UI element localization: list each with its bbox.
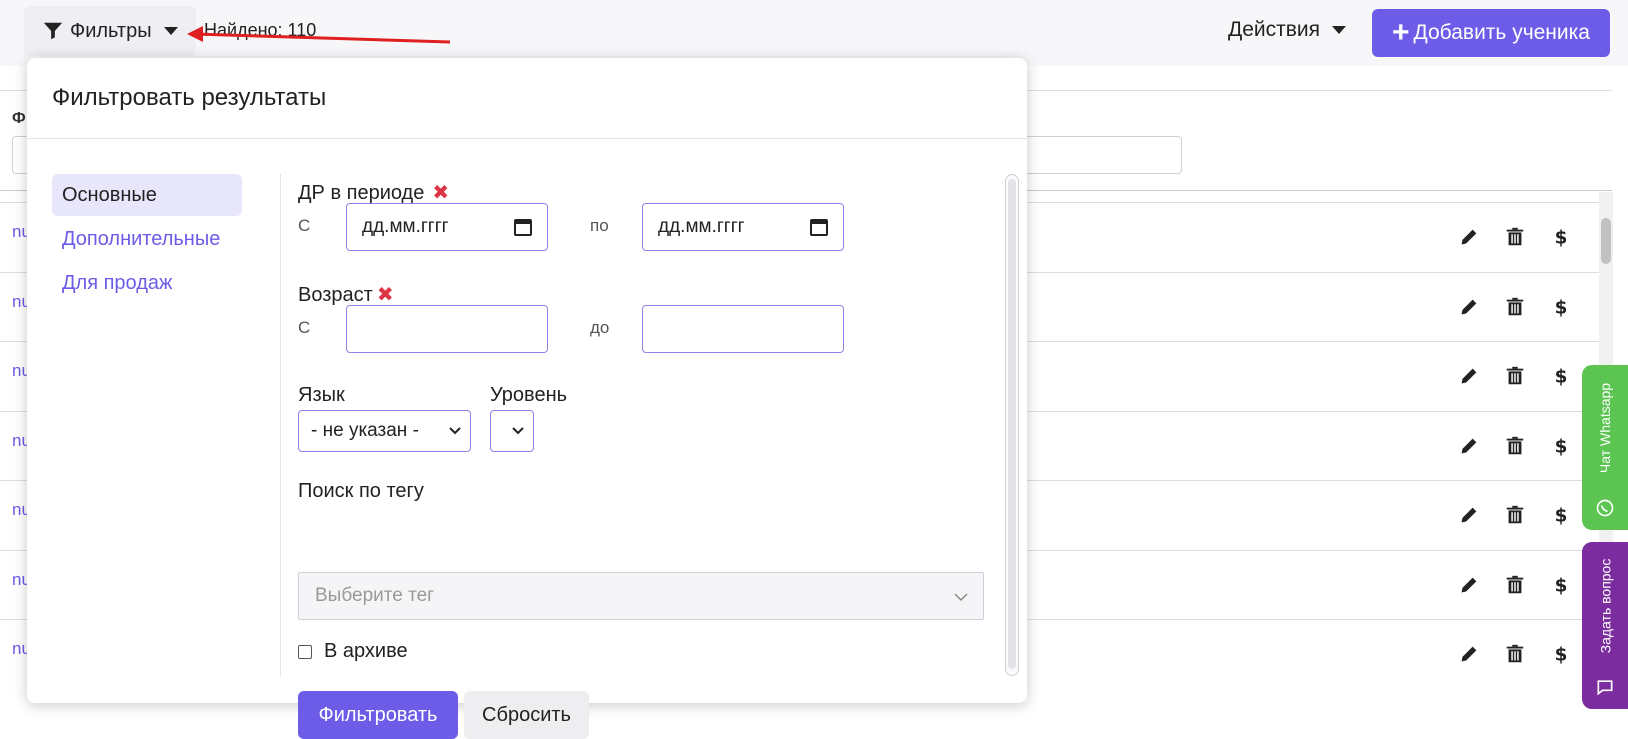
pencil-icon[interactable] <box>1458 435 1480 457</box>
language-selected: - не указан - <box>311 420 419 441</box>
from-label: С <box>298 216 311 235</box>
birthday-from-input[interactable]: дд.мм.гггг <box>346 203 548 251</box>
trash-icon[interactable] <box>1504 226 1526 248</box>
dollar-icon[interactable]: $ <box>1550 435 1572 457</box>
svg-text:$: $ <box>1555 436 1568 457</box>
birthday-to-input[interactable]: дд.мм.гггг <box>642 203 844 251</box>
level-label: Уровень <box>490 384 568 406</box>
dollar-icon[interactable]: $ <box>1550 643 1572 665</box>
tag-placeholder: Выберите тег <box>315 585 435 606</box>
date-placeholder: дд.мм.гггг <box>362 216 449 237</box>
pencil-icon[interactable] <box>1458 643 1480 665</box>
archive-label: В архиве <box>324 640 408 662</box>
divider <box>280 174 281 676</box>
whatsapp-chat-tab[interactable]: Чат Whatsapp <box>1582 365 1628 530</box>
whatsapp-icon <box>1596 499 1614 517</box>
filters-button-label: Фильтры <box>70 19 152 42</box>
table-row-actions: $ <box>1458 365 1578 387</box>
close-x-icon[interactable]: ✖ <box>377 284 394 306</box>
trash-icon[interactable] <box>1504 435 1526 457</box>
age-to-input[interactable] <box>642 305 844 353</box>
reset-button[interactable]: Сбросить <box>464 691 589 739</box>
table-row-actions: $ <box>1458 296 1578 318</box>
svg-text:$: $ <box>1555 227 1568 248</box>
trash-icon[interactable] <box>1504 365 1526 387</box>
ask-question-label: Задать вопрос <box>1597 558 1613 653</box>
actions-label: Действия <box>1228 18 1321 41</box>
trash-icon[interactable] <box>1504 504 1526 526</box>
tab-basic[interactable]: Основные <box>52 174 242 216</box>
calendar-icon[interactable] <box>809 217 829 237</box>
svg-text:$: $ <box>1555 575 1568 596</box>
svg-text:$: $ <box>1555 644 1568 665</box>
pencil-icon[interactable] <box>1458 296 1480 318</box>
caret-down-icon <box>1332 26 1347 34</box>
filter-modal: Фильтровать результаты Основные Дополнит… <box>27 58 1027 739</box>
birthday-period-label: ДР в периоде ✖ <box>298 180 449 205</box>
table-row-actions: $ <box>1458 504 1578 526</box>
trash-icon[interactable] <box>1504 643 1526 665</box>
trash-icon[interactable] <box>1504 296 1526 318</box>
trash-icon[interactable] <box>1504 574 1526 596</box>
tag-select[interactable]: Выберите тег <box>298 572 984 620</box>
bg-field-label: Ф <box>12 110 26 127</box>
modal-title: Фильтровать результаты <box>52 84 327 111</box>
filter-tabs: Основные Дополнительные Для продаж <box>52 174 242 306</box>
close-x-icon[interactable]: ✖ <box>432 182 449 204</box>
dollar-icon[interactable]: $ <box>1550 574 1572 596</box>
to-label: до <box>590 318 610 337</box>
caret-down-icon <box>163 27 178 35</box>
pencil-icon[interactable] <box>1458 226 1480 248</box>
language-select[interactable]: - не указан - <box>298 410 471 452</box>
to-label: по <box>590 216 609 235</box>
svg-text:$: $ <box>1555 297 1568 318</box>
level-select[interactable] <box>490 410 534 452</box>
chat-bubble-icon <box>1597 680 1613 696</box>
pencil-icon[interactable] <box>1458 365 1480 387</box>
funnel-icon <box>43 22 63 40</box>
filters-button[interactable]: Фильтры <box>24 6 196 56</box>
dollar-icon[interactable]: $ <box>1550 504 1572 526</box>
table-row-actions: $ <box>1458 435 1578 457</box>
table-row-actions: $ <box>1458 643 1578 665</box>
tab-additional[interactable]: Дополнительные <box>52 218 242 260</box>
add-student-label: Добавить ученика <box>1413 21 1590 44</box>
modal-scrollbar-thumb[interactable] <box>1008 179 1016 669</box>
add-student-button[interactable]: + Добавить ученика <box>1372 9 1610 57</box>
table-row-actions: $ <box>1458 574 1578 596</box>
actions-dropdown[interactable]: Действия <box>1228 18 1347 42</box>
age-label: Возраст ✖ <box>298 282 394 307</box>
age-from-input[interactable] <box>346 305 548 353</box>
dollar-icon[interactable]: $ <box>1550 296 1572 318</box>
pencil-icon[interactable] <box>1458 574 1480 596</box>
calendar-icon[interactable] <box>513 217 533 237</box>
annotation-arrow <box>187 26 451 44</box>
modal-scrollbar[interactable] <box>1005 174 1019 676</box>
page-scrollbar-thumb[interactable] <box>1601 218 1611 264</box>
dollar-icon[interactable]: $ <box>1550 365 1572 387</box>
filter-submit-button[interactable]: Фильтровать <box>298 691 458 739</box>
from-label: С <box>298 318 311 337</box>
pencil-icon[interactable] <box>1458 504 1480 526</box>
chevron-down-icon <box>954 593 968 602</box>
plus-icon: + <box>1392 16 1410 49</box>
ask-question-tab[interactable]: Задать вопрос <box>1582 542 1628 709</box>
table-row-actions: $ <box>1458 226 1578 248</box>
divider <box>27 138 1027 139</box>
birthday-period-text: ДР в периоде <box>298 182 425 204</box>
language-label: Язык <box>298 384 345 406</box>
dollar-icon[interactable]: $ <box>1550 226 1572 248</box>
tag-search-label: Поиск по тегу <box>298 480 424 502</box>
whatsapp-chat-label: Чат Whatsapp <box>1597 382 1613 473</box>
bg-input[interactable] <box>1005 136 1182 174</box>
archive-checkbox[interactable] <box>298 645 312 659</box>
svg-text:$: $ <box>1555 505 1568 526</box>
chevron-down-icon <box>512 427 524 435</box>
svg-text:$: $ <box>1555 366 1568 387</box>
chevron-down-icon <box>449 427 461 435</box>
tab-sales[interactable]: Для продаж <box>52 262 242 304</box>
date-placeholder: дд.мм.гггг <box>658 216 745 237</box>
age-text: Возраст <box>298 284 373 306</box>
